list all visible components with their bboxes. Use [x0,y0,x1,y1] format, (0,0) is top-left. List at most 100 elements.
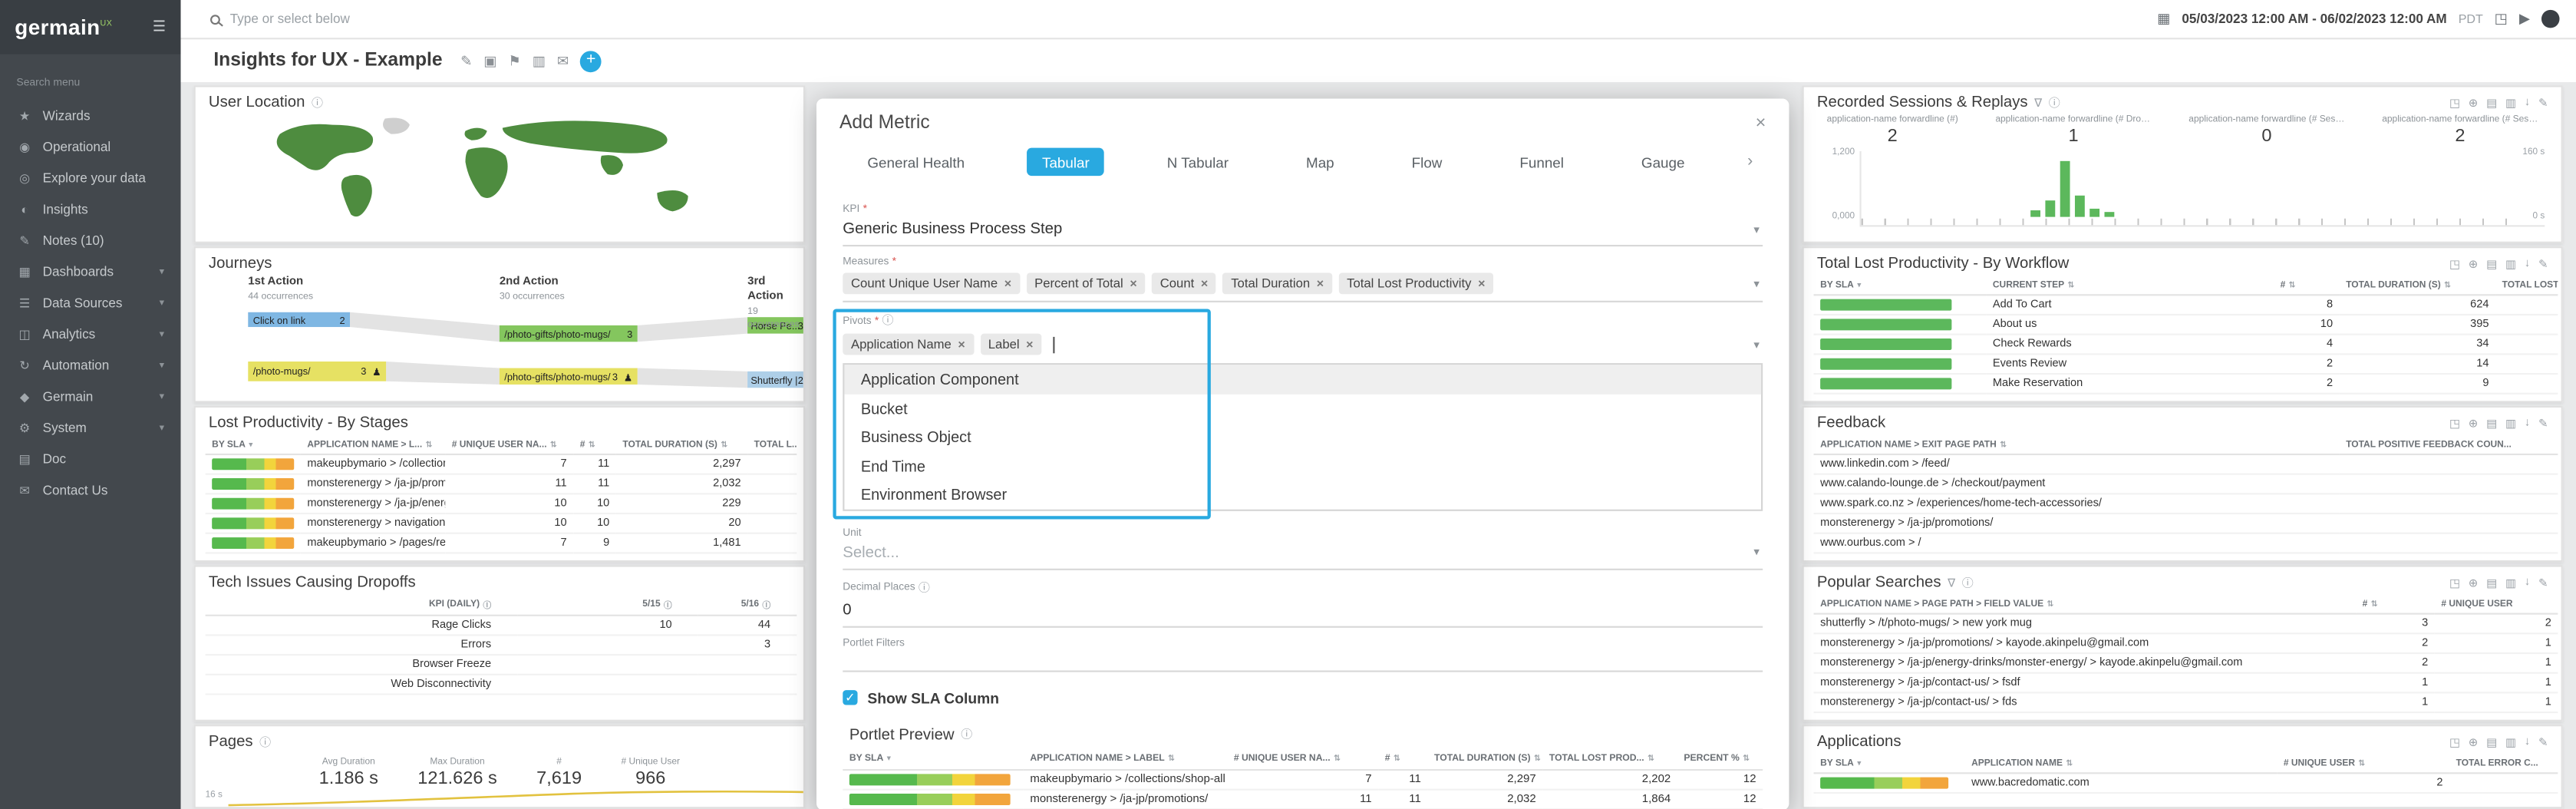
chevron-down-icon[interactable]: ▾ [1753,338,1760,351]
unit-select[interactable]: Select... ▾ [843,538,1763,570]
expand-icon[interactable]: ◳ [2449,96,2460,109]
column-header[interactable]: BY SLA▾ [843,750,1023,770]
edit-icon[interactable]: ✎ [2538,96,2548,109]
column-header[interactable]: # UNIQUE USER⇅ [2277,755,2449,774]
copy-icon[interactable]: ▣ [483,51,496,70]
sidebar-item-notes[interactable]: ✎Notes (10) [0,225,180,256]
sidebar-item-insights[interactable]: ◐Insights [0,194,180,226]
sidebar-item-dashboards[interactable]: ▦Dashboards▾ [0,256,180,288]
edit-icon[interactable]: ✎ [2538,735,2548,748]
info-icon[interactable]: ⓘ [483,599,491,610]
zoom-icon[interactable]: ⊕ [2469,576,2479,589]
column-header[interactable]: #⇅ [573,435,616,455]
column-header[interactable]: 5/15ⓘ [517,595,698,616]
print-icon[interactable]: ▤ [2486,576,2497,589]
pivot-option[interactable]: Business Object [844,422,1761,451]
info-icon[interactable]: ⓘ [664,599,672,610]
download-icon[interactable]: ↓ [2525,96,2530,109]
measure-chip[interactable]: Percent of Total× [1026,272,1145,294]
tab-funnel[interactable]: Funnel [1505,148,1578,176]
remove-icon[interactable]: × [1130,276,1136,291]
edit-icon[interactable]: ✎ [2538,576,2548,589]
column-header[interactable]: APPLICATION NAME > LABEL⇅ [1024,750,1227,770]
column-header[interactable]: KPI (DAILY)ⓘ [206,595,518,616]
pivot-chip[interactable]: Application Name× [843,334,973,355]
remove-icon[interactable]: × [1004,276,1011,291]
date-range-control[interactable]: 05/03/2023 12:00 AM - 06/02/2023 12:00 A… [2182,12,2446,26]
edit-icon[interactable]: ✎ [2538,257,2548,270]
tab-map[interactable]: Map [1291,148,1349,176]
expand-icon[interactable]: ◳ [2449,735,2460,748]
profile-icon[interactable] [2541,10,2560,28]
zoom-icon[interactable]: ⊕ [2469,735,2479,748]
column-header[interactable]: TOTAL DURATION (S)⇅ [616,435,747,455]
download-icon[interactable]: ↓ [2525,417,2530,430]
expand-icon[interactable]: ◳ [2449,576,2460,589]
column-header[interactable]: TOTAL LOST PROD... [2495,276,2558,296]
column-header[interactable]: TOTAL DURATION (S)⇅ [2340,276,2495,296]
sidebar-item-germain[interactable]: ◆Germain▾ [0,381,180,413]
column-header[interactable]: APPLICATION NAME > L...⇅ [301,435,445,455]
zoom-icon[interactable]: ⊕ [2469,257,2479,270]
tab-tabular[interactable]: Tabular [1027,148,1104,176]
pivot-option[interactable]: Environment Browser [844,480,1761,508]
column-header[interactable]: # UNIQUE USER NA...⇅ [445,435,573,455]
kpi-select[interactable]: Generic Business Process Step ▾ [843,215,1763,246]
tab-flow[interactable]: Flow [1397,148,1456,176]
decimal-places-input[interactable]: 0 [843,596,1763,627]
logo[interactable]: germainUX [15,15,112,39]
chevron-down-icon[interactable]: ▾ [1753,223,1760,236]
column-header[interactable]: APPLICATION NAME > PAGE PATH > FIELD VAL… [1814,595,2356,615]
sidebar-item-contact-us[interactable]: ✉Contact Us [0,475,180,507]
column-header[interactable]: CURRENT STEP⇅ [1986,276,2274,296]
close-icon[interactable]: × [1756,114,1766,134]
print-icon[interactable]: ▤ [2486,735,2497,748]
calendar-icon[interactable]: ▦ [2157,10,2170,28]
remove-icon[interactable]: × [1317,276,1324,291]
tab-general-health[interactable]: General Health [853,148,979,176]
global-search-input[interactable] [230,12,2157,26]
info-icon[interactable]: ⓘ [762,599,770,610]
play-icon[interactable]: ▶ [2519,10,2530,28]
download-icon[interactable]: ↓ [2525,576,2530,589]
chart-icon[interactable]: ▥ [2505,735,2516,748]
tabs-overflow-icon[interactable]: › [1747,153,1753,171]
download-icon[interactable]: ↓ [2525,735,2530,748]
filter-icon[interactable]: ∇ [2034,96,2042,109]
sidebar-item-wizards[interactable]: ★Wizards [0,101,180,132]
chart-icon[interactable]: ▥ [2505,257,2516,270]
sidebar-item-automation[interactable]: ↻Automation▾ [0,350,180,381]
expand-icon[interactable]: ◳ [2449,257,2460,270]
pivot-chip[interactable]: Label× [980,334,1041,355]
column-header[interactable]: TOTAL LOST PROD...⇅ [1542,750,1677,770]
info-icon[interactable]: ⓘ [1962,574,1974,590]
sidebar-item-system[interactable]: ⚙System▾ [0,412,180,444]
column-header[interactable]: BY SLA▾ [1814,755,1965,774]
column-header[interactable]: # UNIQUE USER NA...⇅ [1227,750,1378,770]
hamburger-icon[interactable]: ☰ [153,18,166,37]
pivot-option[interactable]: Application Component [844,365,1761,393]
tab-n-tabular[interactable]: N Tabular [1153,148,1244,176]
sidebar-item-operational[interactable]: ◉Operational [0,131,180,163]
portlet-filters-input[interactable] [843,649,1763,672]
print-icon[interactable]: ▤ [2486,257,2497,270]
chart-icon[interactable]: ▥ [2505,96,2516,109]
column-header[interactable]: #⇅ [2274,276,2340,296]
chart-icon[interactable]: ▥ [2505,417,2516,430]
edit-icon[interactable]: ✎ [460,51,472,70]
column-header[interactable]: BY SLA▾ [1814,276,1987,296]
remove-icon[interactable]: × [1026,337,1033,352]
column-header[interactable]: APPLICATION NAME⇅ [1965,755,2278,774]
chart-icon[interactable]: ▥ [2505,576,2516,589]
measures-field[interactable]: Count Unique User Name× Percent of Total… [843,268,1763,302]
column-header[interactable]: APPLICATION NAME > EXIT PAGE PATH⇅ [1814,435,2340,455]
measure-chip[interactable]: Total Lost Productivity× [1338,272,1493,294]
chevron-down-icon[interactable]: ▾ [1753,546,1760,559]
info-icon[interactable]: ⓘ [259,734,271,750]
info-icon[interactable]: ⓘ [312,94,323,111]
measure-chip[interactable]: Count× [1152,272,1216,294]
pivots-field[interactable]: Application Name× Label× ▾ [843,329,1763,362]
zoom-icon[interactable]: ⊕ [2469,96,2479,109]
print-icon[interactable]: ▤ [2486,417,2497,430]
column-header[interactable]: TOTAL DURATION (S)⇅ [1427,750,1542,770]
